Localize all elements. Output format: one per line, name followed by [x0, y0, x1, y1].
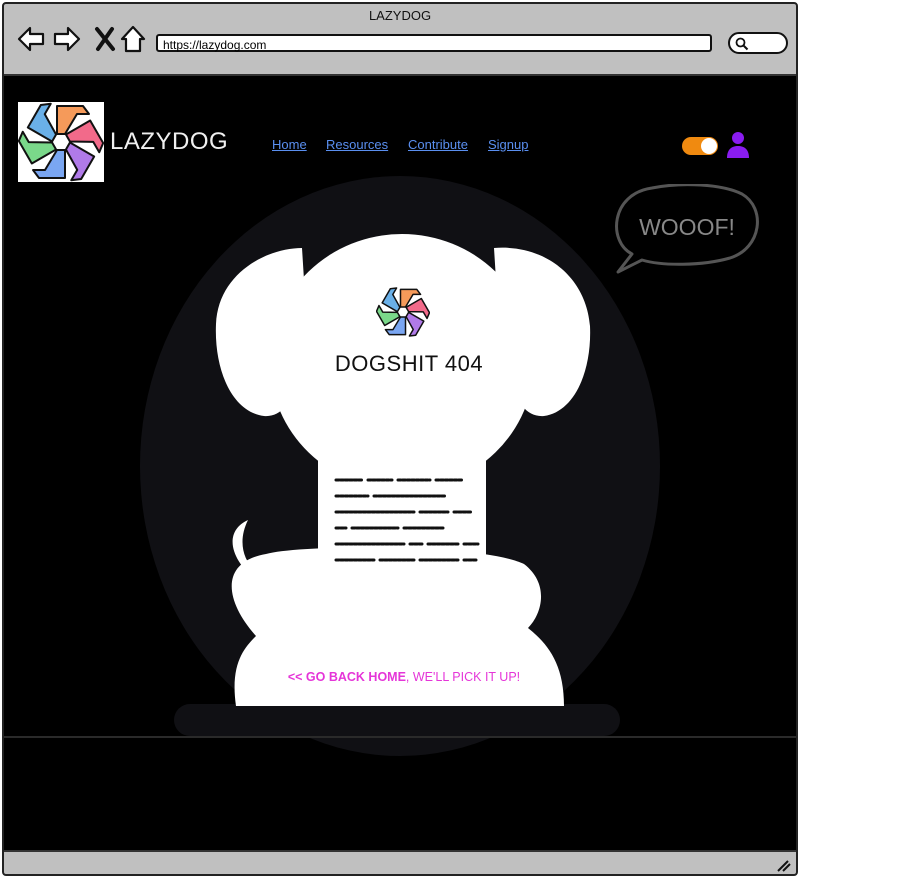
go-home-suffix: , WE'LL PICK IT UP! [405, 670, 521, 684]
footer-divider [4, 736, 796, 738]
go-home-link[interactable]: << GO BACK HOME [288, 670, 406, 684]
placeholder-text [334, 478, 480, 562]
resize-grip-icon[interactable] [776, 858, 792, 872]
page-title: DOGSHIT 404 [334, 351, 484, 376]
dog-illustration [140, 176, 660, 756]
status-bar [4, 850, 796, 874]
bubble-text: WOOOF! [639, 214, 735, 240]
pinwheel-icon [376, 287, 430, 337]
browser-window: LAZYDOG https://lazydog.com LAZYDOG Home… [2, 2, 798, 876]
go-home-message: << GO BACK HOME, WE'LL PICK IT UP! [242, 670, 566, 684]
ground-shadow [174, 704, 620, 736]
